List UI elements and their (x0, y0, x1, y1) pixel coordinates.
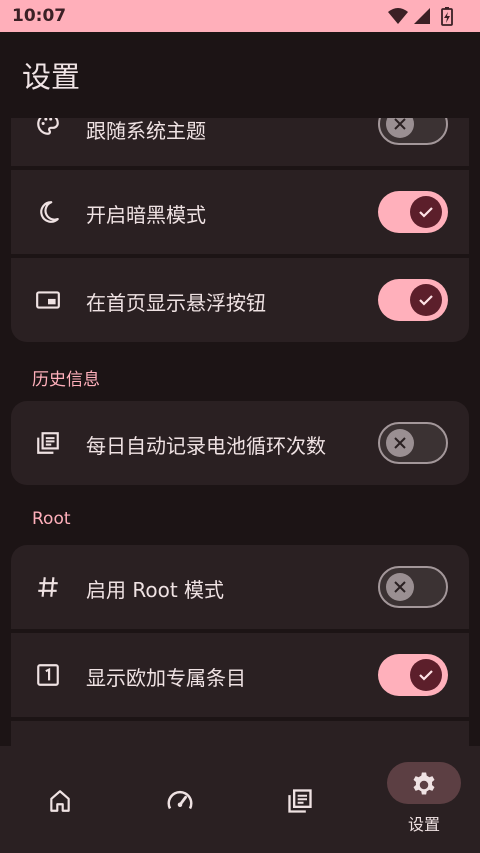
close-icon (394, 437, 406, 449)
setting-follow-system-theme[interactable]: 跟随系统主题 (11, 118, 469, 166)
app-bar: 设置 (0, 32, 480, 118)
root-card: 启用 Root 模式 显示欧加专属条目 (11, 545, 469, 746)
section-header-history: 历史信息 (32, 370, 100, 390)
toggle-switch-on[interactable] (378, 279, 448, 321)
setting-oneplus-items[interactable]: 显示欧加专属条目 (11, 633, 469, 717)
home-icon (50, 790, 70, 812)
history-list-icon (37, 432, 59, 454)
speedometer-icon (167, 790, 193, 810)
toggle-switch-on[interactable] (378, 654, 448, 696)
section-header-root: Root (32, 509, 71, 529)
page-title: 设置 (22, 60, 81, 94)
switch-thumb (386, 118, 414, 138)
check-icon (419, 295, 433, 306)
check-icon (419, 207, 433, 218)
setting-daily-record[interactable]: 每日自动记录电池循环次数 (11, 401, 469, 485)
switch-thumb (410, 196, 442, 228)
status-time: 10:07 (12, 6, 67, 26)
setting-label: 开启暗黑模式 (86, 203, 206, 227)
nav-settings[interactable]: 设置 (364, 746, 480, 853)
hash-icon (38, 577, 58, 597)
nav-settings-label: 设置 (407, 815, 440, 834)
setting-dark-mode[interactable]: 开启暗黑模式 (11, 170, 469, 254)
switch-thumb (386, 429, 414, 457)
status-icons (386, 6, 466, 26)
toggle-switch-off[interactable] (378, 566, 448, 608)
nav-home[interactable] (0, 746, 120, 853)
switch-thumb (410, 659, 442, 691)
moon-icon (40, 201, 59, 223)
close-icon (394, 581, 406, 593)
theme-card: 跟随系统主题 开启暗黑模式 在首页显示悬浮按钮 (11, 118, 469, 342)
close-icon (394, 118, 406, 130)
gear-icon (413, 772, 435, 795)
wifi-icon (388, 8, 408, 24)
toggle-switch-on[interactable] (378, 191, 448, 233)
setting-floating-button[interactable]: 在首页显示悬浮按钮 (11, 258, 469, 342)
picture-in-picture-icon (36, 291, 60, 309)
history-list-icon (288, 789, 312, 813)
setting-label: 每日自动记录电池循环次数 (86, 434, 326, 458)
setting-label: 启用 Root 模式 (86, 578, 225, 602)
switch-thumb (410, 284, 442, 316)
check-icon (419, 670, 433, 681)
setting-label: 在首页显示悬浮按钮 (86, 291, 266, 315)
setting-next-item[interactable] (11, 721, 469, 746)
palette-icon (37, 118, 59, 135)
status-bar: 10:07 (0, 0, 480, 32)
signal-icon (414, 8, 430, 24)
bottom-navigation: 设置 (0, 746, 480, 853)
settings-list[interactable]: 跟随系统主题 开启暗黑模式 在首页显示悬浮按钮 历史信息 每日自动记录电池循环次… (0, 118, 480, 746)
nav-speed[interactable] (120, 746, 240, 853)
setting-root-mode[interactable]: 启用 Root 模式 (11, 545, 469, 629)
toggle-switch-off[interactable] (378, 422, 448, 464)
toggle-switch-off[interactable] (378, 118, 448, 145)
setting-label: 显示欧加专属条目 (86, 666, 246, 690)
numeric-one-box-icon (37, 664, 59, 686)
switch-thumb (386, 573, 414, 601)
history-card: 每日自动记录电池循环次数 (11, 401, 469, 485)
nav-history[interactable] (240, 746, 360, 853)
setting-label: 跟随系统主题 (86, 119, 206, 143)
battery-icon (441, 7, 453, 26)
